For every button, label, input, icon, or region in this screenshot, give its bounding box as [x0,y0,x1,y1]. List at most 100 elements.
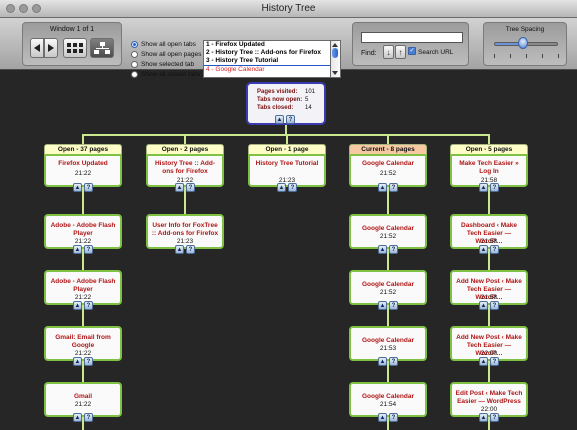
radio-button[interactable] [131,60,138,68]
expand-button[interactable]: ▲ [378,413,387,422]
arrow-down-icon: ↓ [386,47,391,57]
tab-list-item[interactable]: 1 - Firefox Updated [204,41,330,49]
scroll-up-icon[interactable] [332,43,338,47]
view-option[interactable]: Show selected tab [131,59,205,69]
page-time: 21:53 [379,345,397,352]
info-button[interactable]: ? [490,245,499,254]
expand-button[interactable]: ▲ [378,245,387,254]
find-previous-button[interactable]: ↑ [395,45,406,59]
info-button[interactable]: ? [389,183,398,192]
page-node[interactable]: Adobe - Adobe Flash Player 21:22 [44,270,122,305]
toolbar: Window 1 of 1 Show all open tabs Show all… [0,18,577,78]
window-label: Window 1 of 1 [49,26,95,33]
page-node[interactable]: User Info for FoxTree :: Add-ons for Fir… [146,214,224,249]
root-node[interactable]: Pages visited: 101 Tabs now open: 5 Tabs clo… [246,82,326,125]
next-window-button[interactable] [44,38,58,58]
page-node[interactable]: Gmail 21:22 [44,382,122,417]
view-option-label: Show all open tabs [141,40,196,48]
info-button[interactable]: ? [84,245,93,254]
page-node[interactable]: Gmail: Email from Google 21:22 [44,326,122,361]
minimize-window-button[interactable] [19,4,28,13]
info-button[interactable]: ? [490,301,499,310]
previous-window-button[interactable] [30,38,44,58]
expand-button[interactable]: ▲ [73,357,82,366]
view-option[interactable]: Show all open tabs [131,39,205,49]
info-button[interactable]: ? [186,245,195,254]
page-node[interactable]: Google Calendar 21:52 [349,270,427,305]
expand-button[interactable]: ▲ [175,183,184,192]
info-button[interactable]: ? [288,183,297,192]
connector [488,249,490,270]
expand-button[interactable]: ▲ [277,183,286,192]
page-time: 21:23 [176,238,194,245]
expand-button[interactable]: ▲ [73,245,82,254]
page-node[interactable]: Adobe - Adobe Flash Player 21:22 [44,214,122,249]
expand-button[interactable]: ▲ [73,183,82,192]
info-button[interactable]: ? [84,183,93,192]
window-controls[interactable] [6,4,41,13]
page-node[interactable]: Dashboard ‹ Make Tech Easier — WordP… 21:… [450,214,528,249]
window-title: History Tree [261,3,316,14]
info-button[interactable]: ? [286,115,295,124]
scroll-thumb[interactable] [332,48,338,58]
page-title: Gmail [73,393,93,400]
view-option[interactable]: Show all open pages [131,49,205,59]
expand-button[interactable]: ▲ [479,183,488,192]
info-button[interactable]: ? [186,183,195,192]
expand-button[interactable]: ▲ [479,413,488,422]
radio-button[interactable] [131,40,138,48]
expand-button[interactable]: ▲ [479,301,488,310]
tree-view-button[interactable] [90,38,114,58]
grid-view-button[interactable] [63,38,87,58]
expand-button[interactable]: ▲ [275,115,284,124]
page-time: 21:22 [74,294,92,301]
find-input[interactable] [361,32,463,43]
root-stat: Tabs now open: 5 [257,97,308,103]
page-node[interactable]: Google Calendar 21:54 [349,382,427,417]
info-button[interactable]: ? [490,357,499,366]
close-window-button[interactable] [6,4,15,13]
page-title: Gmail: Email from Google [55,334,111,349]
radio-button[interactable] [131,50,138,58]
page-node[interactable]: Edit Post ‹ Make Tech Easier — WordPress… [450,382,528,417]
expand-button[interactable]: ▲ [378,183,387,192]
connector [82,417,84,430]
page-time: 21:22 [74,238,92,245]
tree-spacing-label: Tree Spacing [505,26,545,33]
expand-button[interactable]: ▲ [175,245,184,254]
page-node[interactable]: Add New Post ‹ Make Tech Easier — WordP…… [450,270,528,305]
page-title: Adobe - Adobe Flash Player [50,222,116,237]
search-url-checkbox[interactable]: ✓ [408,47,416,55]
column-header: Open - 5 pages [450,144,528,154]
column-header: Open - 37 pages [44,144,122,154]
expand-button[interactable]: ▲ [479,357,488,366]
slider-tick [558,54,559,58]
info-button[interactable]: ? [490,183,499,192]
page-node[interactable]: Add New Post ‹ Make Tech Easier — WordP…… [450,326,528,361]
info-button[interactable]: ? [84,413,93,422]
zoom-window-button[interactable] [32,4,41,13]
column-header: Open - 2 pages [146,144,224,154]
expand-button[interactable]: ▲ [378,357,387,366]
expand-button[interactable]: ▲ [479,245,488,254]
page-title: Google Calendar [361,225,414,232]
page-time: 21:52 [379,170,397,177]
tab-list-item[interactable]: 2 - History Tree :: Add-ons for Firefox [204,49,330,57]
info-button[interactable]: ? [84,301,93,310]
info-button[interactable]: ? [389,357,398,366]
slider-thumb[interactable] [517,37,528,49]
info-button[interactable]: ? [490,413,499,422]
page-node[interactable]: Google Calendar 21:53 [349,326,427,361]
root-stat: Pages visited: 101 [257,89,315,95]
tab-list-item[interactable]: 3 - History Tree Tutorial [204,57,330,65]
info-button[interactable]: ? [389,245,398,254]
expand-button[interactable]: ▲ [378,301,387,310]
page-node[interactable]: Google Calendar 21:52 [349,214,427,249]
expand-button[interactable]: ▲ [73,413,82,422]
expand-button[interactable]: ▲ [73,301,82,310]
page-time: 21:58 [480,294,498,301]
find-next-button[interactable]: ↓ [383,45,394,59]
info-button[interactable]: ? [389,413,398,422]
info-button[interactable]: ? [389,301,398,310]
info-button[interactable]: ? [84,357,93,366]
